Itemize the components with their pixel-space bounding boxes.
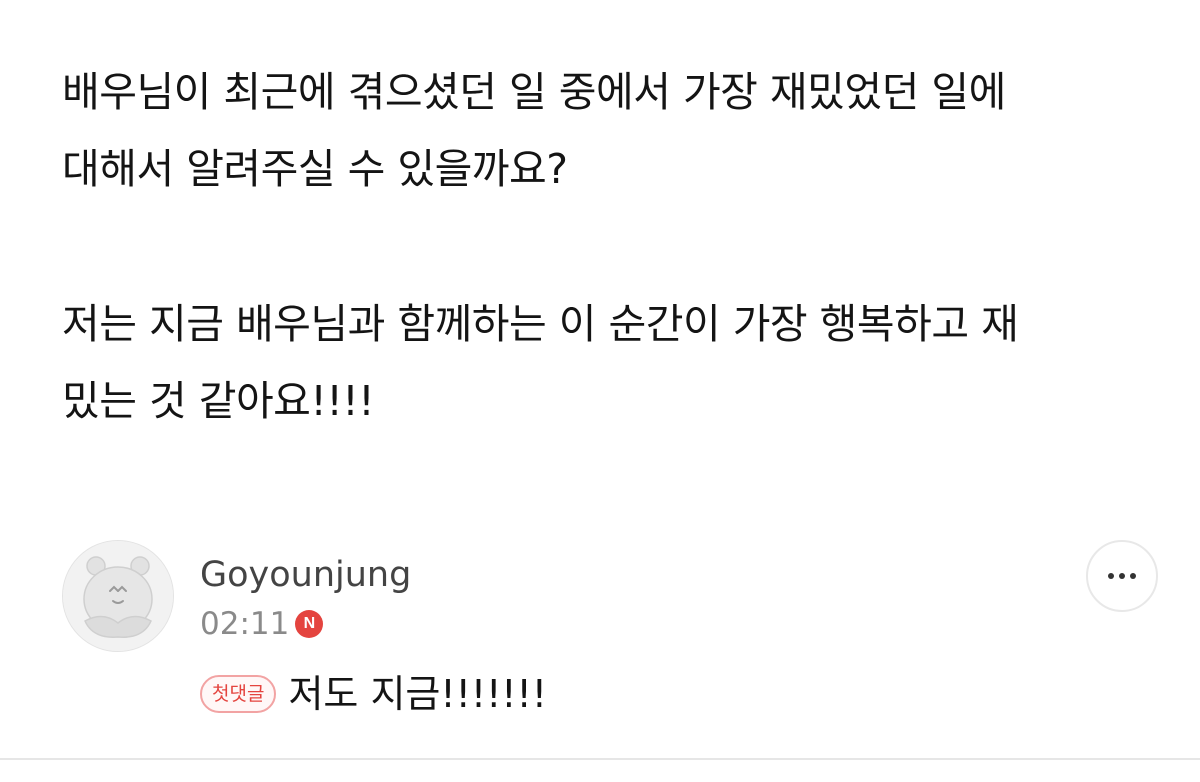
- post-body: 배우님이 최근에 겪으셨던 일 중에서 가장 재밌었던 일에 대해서 알려주실 …: [62, 54, 1152, 440]
- more-horizontal-icon: [1108, 573, 1136, 579]
- post-text-line: 저는 지금 배우님과 함께하는 이 순간이 가장 행복하고 재: [62, 300, 1019, 348]
- avatar[interactable]: [62, 540, 174, 652]
- post-text-line: 밌는 것 같아요!!!!: [62, 377, 375, 425]
- comment-text: 저도 지금!!!!!!!: [288, 672, 548, 716]
- divider: [0, 758, 1200, 760]
- comment-time: 02:11: [200, 606, 290, 642]
- default-profile-avatar-icon: [63, 541, 173, 651]
- comment-item: Goyounjung 02:11 N 첫댓글 저도 지금!!!!!!!: [62, 540, 1162, 740]
- post-text-line: 배우님이 최근에 겪으셨던 일 중에서 가장 재밌었던 일에: [62, 68, 1006, 116]
- post-text-line: 대해서 알려주실 수 있을까요?: [62, 145, 568, 193]
- new-badge: N: [295, 610, 324, 638]
- comment-meta: 02:11 N: [200, 604, 324, 644]
- more-options-button[interactable]: [1086, 540, 1158, 612]
- comment-author[interactable]: Goyounjung: [200, 554, 411, 596]
- first-comment-badge: 첫댓글: [200, 675, 277, 713]
- comment-body: 첫댓글 저도 지금!!!!!!!: [200, 670, 547, 718]
